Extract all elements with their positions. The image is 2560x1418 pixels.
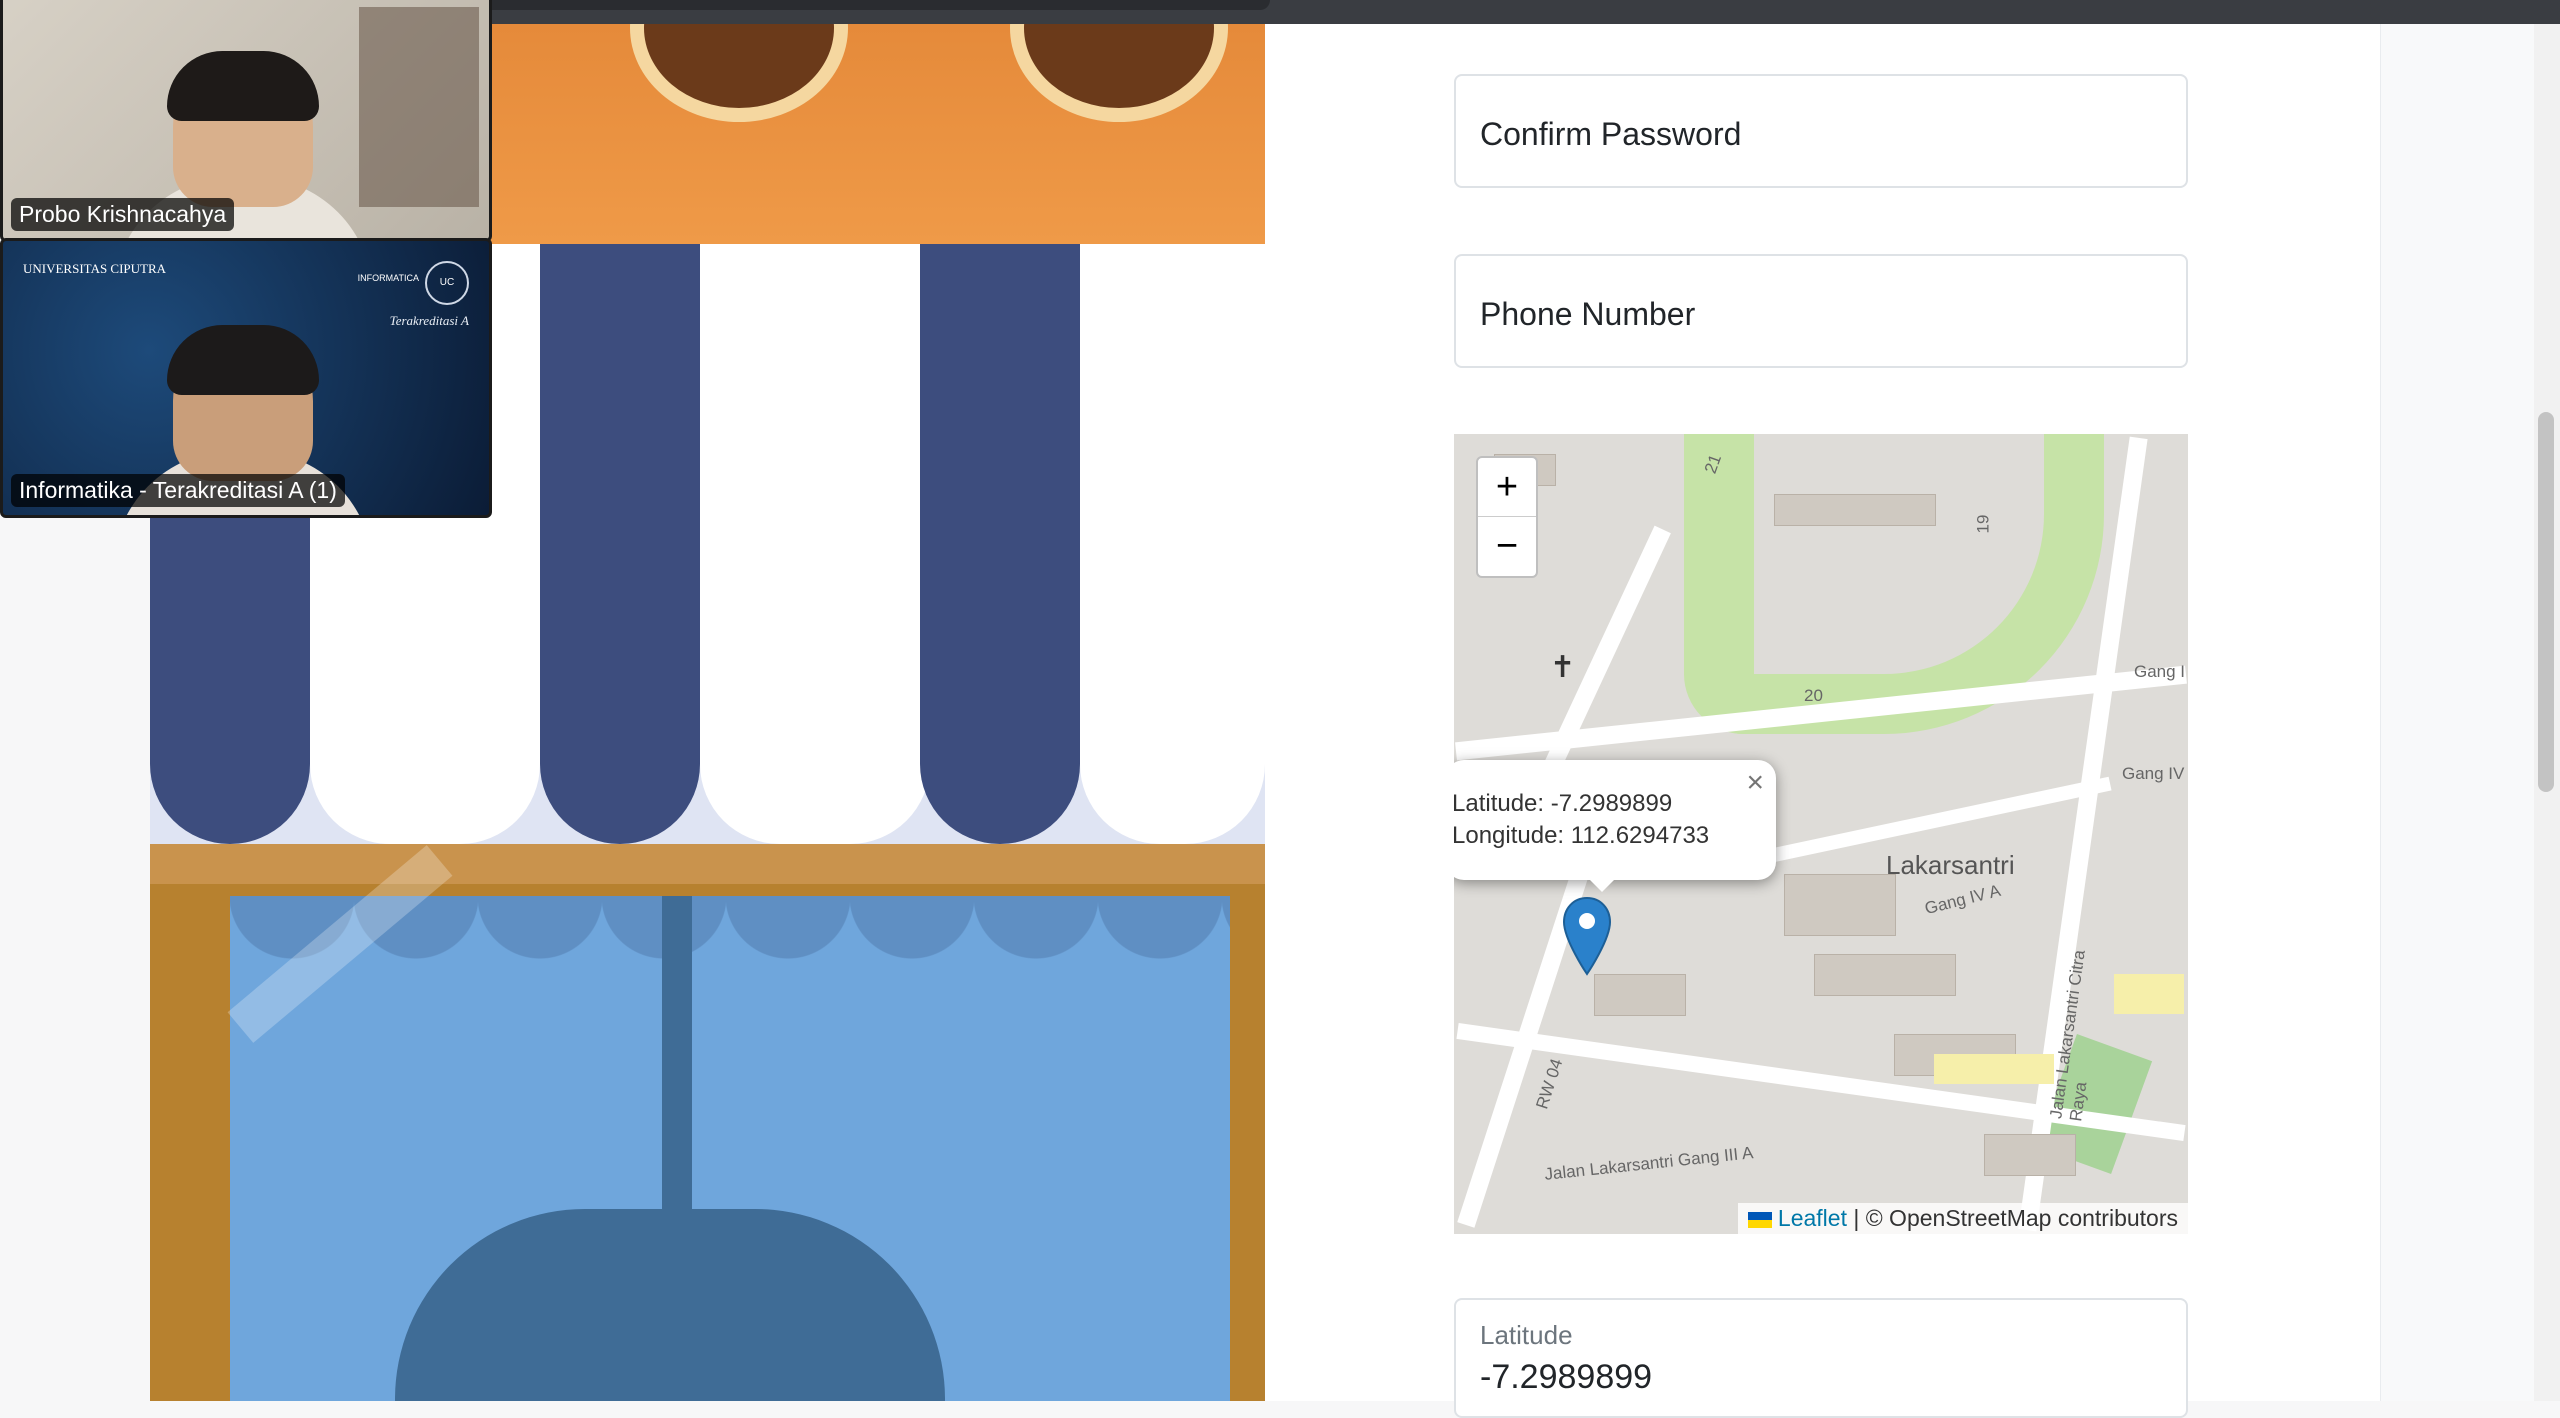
map-street-label: Jalan Lakarsantri Gang III A — [1543, 1143, 1755, 1184]
latitude-field[interactable]: Latitude -7.2989899 — [1454, 1298, 2188, 1418]
phone-number-placeholder: Phone Number — [1480, 296, 1696, 332]
map-building — [1814, 954, 1956, 996]
marker-popup: Latitude: -7.2989899 Longitude: 112.6294… — [1454, 760, 1776, 880]
map-contour-label: 20 — [1804, 686, 1823, 705]
participant-hair — [167, 325, 319, 395]
lamp-stem — [662, 896, 692, 1246]
informatics-logo-text: INFORMATICA — [357, 273, 419, 283]
map-attribution: Leaflet | © OpenStreetMap contributors — [1737, 1203, 2188, 1234]
leaflet-link[interactable]: Leaflet — [1778, 1205, 1847, 1231]
latitude-label: Latitude — [1480, 1320, 1573, 1350]
map-street-label: Gang IV A — [1922, 880, 2003, 919]
popup-tip — [1584, 874, 1620, 892]
sign-letter — [630, 24, 848, 122]
location-map[interactable]: Lakarsantri Gang IV A Gang I Gang IV Jal… — [1454, 434, 2188, 1234]
confirm-password-field[interactable]: Confirm Password — [1454, 74, 2188, 188]
latitude-value: -7.2989899 — [1480, 1358, 1653, 1396]
accreditation-seal: UC — [425, 261, 469, 305]
map-street-label: Gang I — [2134, 662, 2186, 681]
map-area-label: Lakarsantri — [1886, 850, 2015, 880]
confirm-password-placeholder: Confirm Password — [1480, 116, 1742, 152]
map-zoom-control: + − — [1476, 456, 1538, 578]
map-building — [1594, 974, 1686, 1016]
osm-attribution-text: | © OpenStreetMap contributors — [1853, 1205, 2178, 1231]
participant-hair — [167, 51, 319, 121]
sign-letter — [1010, 24, 1228, 122]
zoom-out-button[interactable]: − — [1478, 517, 1536, 575]
accreditation-tag: Terakreditasi A — [389, 313, 469, 328]
ukraine-flag-icon — [1747, 1211, 1772, 1228]
map-highlight-area — [1934, 1054, 2054, 1084]
church-icon: ✝ — [1550, 651, 1576, 684]
location-marker-icon[interactable] — [1562, 896, 1612, 976]
popup-longitude: Longitude: 112.6294733 — [1454, 822, 1710, 849]
tab-strip — [470, 0, 1270, 10]
popup-latitude: Latitude: -7.2989899 — [1454, 790, 1673, 817]
map-highlight-area — [2114, 974, 2184, 1014]
video-tile-informatika[interactable]: UNIVERSITAS CIPUTRA INFORMATICA UC Terak… — [0, 238, 492, 518]
video-tile-probo[interactable]: Probo Krishnacahya — [0, 0, 492, 242]
map-street-label: Gang IV — [2122, 764, 2185, 783]
page-scrollbar-thumb[interactable] — [2538, 412, 2554, 792]
participant-name: Informatika - Terakreditasi A (1) — [11, 474, 345, 507]
university-logo: UNIVERSITAS CIPUTRA — [23, 261, 167, 276]
participant-name: Probo Krishnacahya — [11, 198, 235, 231]
phone-number-field[interactable]: Phone Number — [1454, 254, 2188, 368]
map-contour-label: 19 — [1973, 514, 1993, 534]
map-street-label: RW 04 — [1532, 1056, 1567, 1112]
zoom-in-button[interactable]: + — [1478, 458, 1536, 517]
map-building — [1984, 1134, 2076, 1176]
map-building — [1784, 874, 1896, 936]
page-right-gutter — [2380, 24, 2535, 1401]
background-shelf — [359, 7, 479, 207]
map-building — [1774, 494, 1936, 526]
popup-close-button[interactable]: × — [1746, 766, 1764, 800]
